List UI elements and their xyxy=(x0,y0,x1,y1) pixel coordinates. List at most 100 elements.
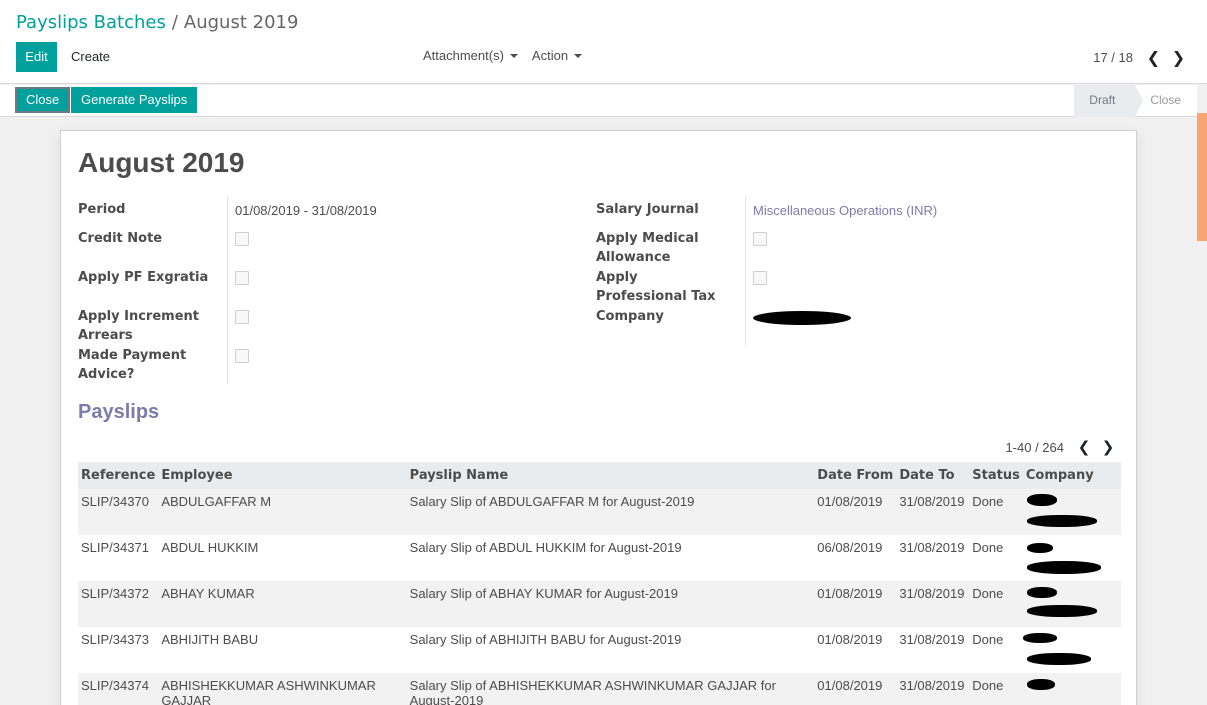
action-label: Action xyxy=(531,48,569,63)
caret-down-icon xyxy=(574,53,583,58)
credit-note-checkbox[interactable] xyxy=(235,232,249,246)
redaction-mark xyxy=(1026,587,1057,598)
credit-note-label: Credit Note xyxy=(78,231,163,246)
medical-allowance-checkbox[interactable] xyxy=(753,232,767,246)
cell-reference: SLIP/34370 xyxy=(78,489,159,535)
payslips-pager-previous[interactable]: ❮ xyxy=(1072,437,1096,457)
payslips-pager-value[interactable]: 1-40 / 264 xyxy=(1005,440,1064,455)
right-group-divider xyxy=(745,197,746,345)
column-header-date-from[interactable]: Date From xyxy=(814,462,897,489)
cell-payslip-name: Salary Slip of ABHISHEKKUMAR ASHWINKUMAR… xyxy=(406,673,815,705)
redaction-mark xyxy=(1026,543,1053,553)
payment-advice-checkbox[interactable] xyxy=(235,349,249,363)
column-header-date-to[interactable]: Date To xyxy=(896,462,970,489)
cell-payslip-name: Salary Slip of ABHAY KUMAR for August-20… xyxy=(406,581,815,627)
payslips-section-title: Payslips xyxy=(78,401,160,423)
payslips-table: Reference Employee Payslip Name Date Fro… xyxy=(78,462,1121,705)
cell-company xyxy=(1022,535,1121,581)
create-button[interactable]: Create xyxy=(62,42,120,72)
column-header-status[interactable]: Status xyxy=(969,462,1023,489)
redaction-mark xyxy=(1026,679,1055,690)
redaction-mark xyxy=(1026,515,1097,527)
table-row[interactable]: SLIP/34371 ABDUL HUKKIM Salary Slip of A… xyxy=(78,535,1121,581)
professional-tax-label: Apply Professional Tax xyxy=(596,270,716,304)
salary-journal-link[interactable]: Miscellaneous Operations (INR) xyxy=(753,203,937,218)
action-dropdown[interactable]: Action xyxy=(525,42,589,72)
professional-tax-checkbox[interactable] xyxy=(753,271,767,285)
scrollbar-thumb[interactable] xyxy=(1197,113,1207,241)
cell-payslip-name: Salary Slip of ABDULGAFFAR M for August-… xyxy=(406,489,815,535)
stage-draft[interactable]: Draft xyxy=(1074,85,1144,117)
record-title: August 2019 xyxy=(78,147,245,178)
breadcrumb-parent-link[interactable]: Payslips Batches xyxy=(16,12,166,33)
table-row[interactable]: SLIP/34370 ABDULGAFFAR M Salary Slip of … xyxy=(78,489,1121,535)
edit-button[interactable]: Edit xyxy=(16,42,57,72)
pf-exgratia-label: Apply PF Exgratia xyxy=(78,270,209,285)
payslips-pager-next[interactable]: ❯ xyxy=(1096,437,1120,457)
cell-status: Done xyxy=(969,489,1023,535)
table-row[interactable]: SLIP/34374 ABHISHEKKUMAR ASHWINKUMAR GAJ… xyxy=(78,673,1121,705)
company-value-redacted[interactable] xyxy=(753,311,851,325)
pager-value[interactable]: 17 / 18 xyxy=(1093,50,1133,65)
attachments-dropdown[interactable]: Attachment(s) xyxy=(416,42,525,72)
column-header-company[interactable]: Company xyxy=(1022,462,1121,489)
close-batch-button[interactable]: Close xyxy=(15,87,71,113)
cell-employee: ABHAY KUMAR xyxy=(158,581,407,627)
pager-next-button[interactable]: ❯ xyxy=(1166,42,1191,72)
statusbar: Close Generate Payslips Draft Close xyxy=(0,85,1197,117)
form-sheet: August 2019 Period 01/08/2019 - 31/08/20… xyxy=(60,130,1137,705)
chevron-right-icon: ❯ xyxy=(1171,47,1186,67)
cell-reference: SLIP/34372 xyxy=(78,581,159,627)
vertical-scrollbar[interactable] xyxy=(1197,85,1207,705)
cell-date-to: 31/08/2019 xyxy=(896,627,970,673)
cell-status: Done xyxy=(969,535,1023,581)
cell-company xyxy=(1022,627,1121,673)
salary-journal-label: Salary Journal xyxy=(596,202,699,217)
pf-exgratia-checkbox[interactable] xyxy=(235,271,249,285)
cell-employee: ABHISHEKKUMAR ASHWINKUMAR GAJJAR xyxy=(158,673,407,705)
redaction-mark xyxy=(1026,561,1101,574)
medical-allowance-label: Apply Medical Allowance xyxy=(596,231,699,265)
attachments-label: Attachment(s) xyxy=(423,48,504,63)
cell-date-from: 06/08/2019 xyxy=(814,535,897,581)
cell-employee: ABHIJITH BABU xyxy=(158,627,407,673)
left-group-divider xyxy=(227,197,228,384)
cell-date-from: 01/08/2019 xyxy=(814,627,897,673)
cell-date-to: 31/08/2019 xyxy=(896,489,970,535)
cell-company xyxy=(1022,581,1121,627)
cell-status: Done xyxy=(969,627,1023,673)
stage-close[interactable]: Close xyxy=(1135,85,1197,117)
cell-status: Done xyxy=(969,581,1023,627)
cell-date-from: 01/08/2019 xyxy=(814,489,897,535)
sidebar-menus: Attachment(s) Action xyxy=(416,42,589,72)
cell-date-from: 01/08/2019 xyxy=(814,581,897,627)
table-row[interactable]: SLIP/34372 ABHAY KUMAR Salary Slip of AB… xyxy=(78,581,1121,627)
cell-reference: SLIP/34373 xyxy=(78,627,159,673)
company-label: Company xyxy=(596,309,664,324)
table-header-row: Reference Employee Payslip Name Date Fro… xyxy=(78,462,1121,489)
column-header-reference[interactable]: Reference xyxy=(78,462,159,489)
cell-employee: ABDULGAFFAR M xyxy=(158,489,407,535)
payment-advice-label: Made Payment Advice? xyxy=(78,348,187,382)
cell-date-to: 31/08/2019 xyxy=(896,581,970,627)
generate-payslips-button[interactable]: Generate Payslips xyxy=(71,87,198,113)
chevron-left-icon: ❮ xyxy=(1146,47,1161,67)
column-header-employee[interactable]: Employee xyxy=(158,462,407,489)
column-header-payslip-name[interactable]: Payslip Name xyxy=(406,462,815,489)
payslips-pager: 1-40 / 264 ❮ ❯ xyxy=(1005,437,1120,457)
increment-arrears-checkbox[interactable] xyxy=(235,310,249,324)
breadcrumb-separator: / xyxy=(171,12,178,33)
cell-date-to: 31/08/2019 xyxy=(896,535,970,581)
redaction-mark xyxy=(1022,633,1057,643)
period-label: Period xyxy=(78,202,126,217)
breadcrumb: Payslips Batches / August 2019 xyxy=(16,12,298,33)
redaction-mark xyxy=(1026,494,1057,506)
cell-reference: SLIP/34371 xyxy=(78,535,159,581)
cell-company xyxy=(1022,673,1121,705)
table-row[interactable]: SLIP/34373 ABHIJITH BABU Salary Slip of … xyxy=(78,627,1121,673)
pager-previous-button[interactable]: ❮ xyxy=(1141,42,1166,72)
redaction-mark xyxy=(1026,605,1097,617)
chevron-right-icon: ❯ xyxy=(1101,438,1115,456)
caret-down-icon xyxy=(509,53,518,58)
cell-employee: ABDUL HUKKIM xyxy=(158,535,407,581)
